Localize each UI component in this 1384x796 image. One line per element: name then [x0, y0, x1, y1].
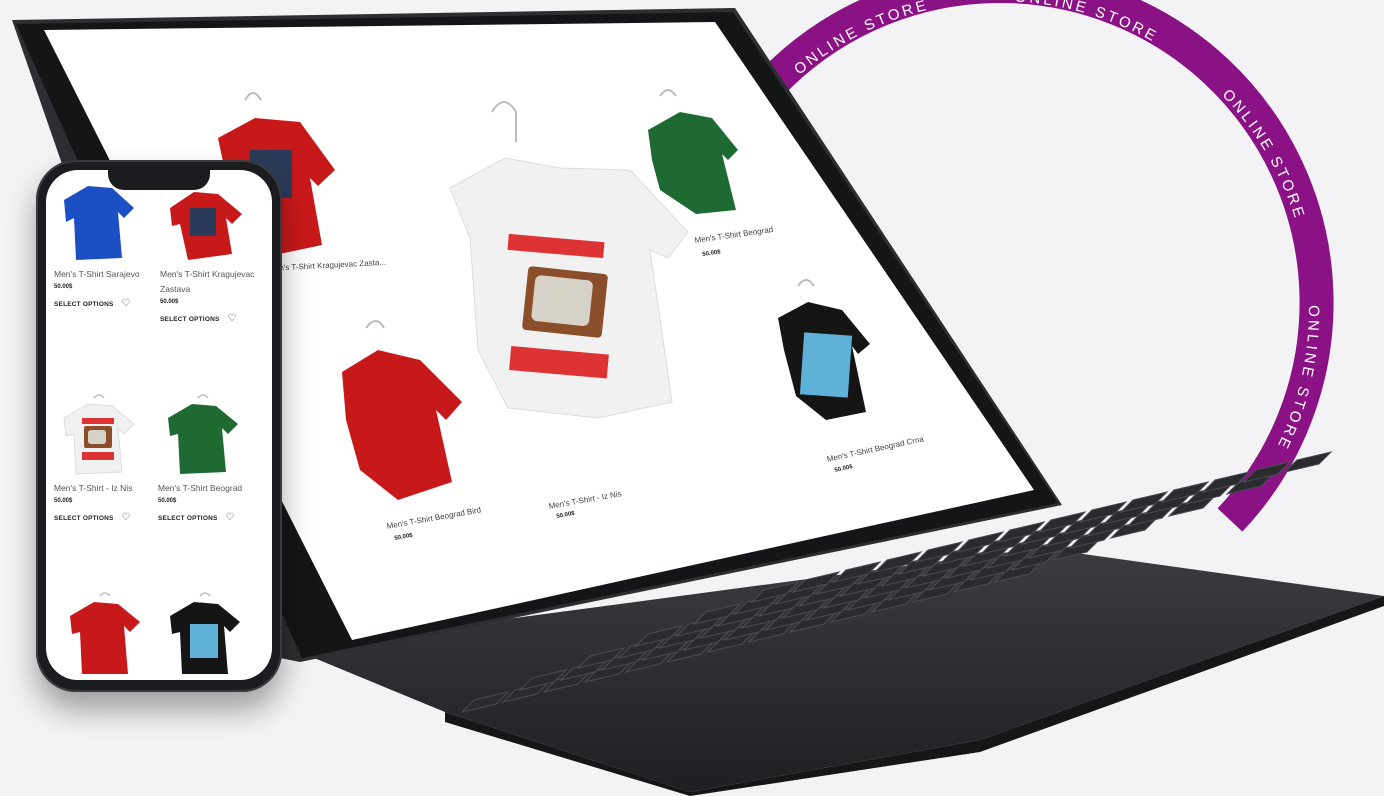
- phone-product-1-name[interactable]: Men's T-Shirt Sarajevo: [54, 267, 154, 282]
- phone-screen: Men's T-Shirt Sarajevo 50.00$ SELECT OPT…: [46, 170, 272, 680]
- heart-icon[interactable]: ♡: [122, 513, 131, 523]
- phone-product-2-price: 50.00$: [160, 299, 179, 305]
- phone-product-2[interactable]: Men's T-Shirt Kragujevac Zastava 50.00$ …: [160, 178, 260, 324]
- phone: Men's T-Shirt Sarajevo 50.00$ SELECT OPT…: [36, 160, 282, 692]
- phone-product-4-name[interactable]: Men's T-Shirt Beograd: [158, 481, 258, 496]
- heart-icon[interactable]: ♡: [228, 314, 237, 324]
- phone-product-6-image[interactable]: [160, 590, 250, 674]
- tablet-product-3-image: [342, 320, 462, 500]
- heart-icon[interactable]: ♡: [122, 299, 131, 309]
- phone-product-3-image[interactable]: [54, 392, 144, 476]
- phone-product-4-price: 50.00$: [158, 498, 177, 504]
- phone-product-3[interactable]: Men's T-Shirt - Iz Nis 50.00$ SELECT OPT…: [54, 392, 154, 523]
- tablet-product-2-image: [648, 89, 738, 214]
- phone-product-1[interactable]: Men's T-Shirt Sarajevo 50.00$ SELECT OPT…: [54, 178, 154, 309]
- phone-product-1-price: 50.00$: [54, 284, 73, 290]
- phone-product-1-select-options[interactable]: SELECT OPTIONS: [54, 301, 114, 308]
- phone-product-5-image[interactable]: [60, 590, 150, 674]
- phone-product-4-select-options[interactable]: SELECT OPTIONS: [158, 515, 218, 522]
- phone-notch: [108, 170, 210, 190]
- phone-product-1-image[interactable]: [54, 178, 144, 262]
- phone-product-2-select-options[interactable]: SELECT OPTIONS: [160, 316, 220, 323]
- phone-product-5[interactable]: [60, 590, 160, 679]
- phone-product-3-price: 50.00$: [54, 498, 73, 504]
- phone-product-3-name[interactable]: Men's T-Shirt - Iz Nis: [54, 481, 154, 496]
- phone-product-4-image[interactable]: [158, 392, 248, 476]
- heart-icon[interactable]: ♡: [226, 513, 235, 523]
- phone-product-2-name[interactable]: Men's T-Shirt Kragujevac Zastava: [160, 267, 260, 297]
- phone-product-4[interactable]: Men's T-Shirt Beograd 50.00$ SELECT OPTI…: [158, 392, 258, 523]
- phone-product-3-select-options[interactable]: SELECT OPTIONS: [54, 515, 114, 522]
- device-mockup-scene: ONLINE STORE ONLINE STORE ONLINE STORE O…: [0, 0, 1384, 796]
- phone-product-2-image[interactable]: [160, 178, 250, 262]
- phone-product-6[interactable]: [160, 590, 260, 679]
- tablet-product-5-image: [778, 279, 870, 420]
